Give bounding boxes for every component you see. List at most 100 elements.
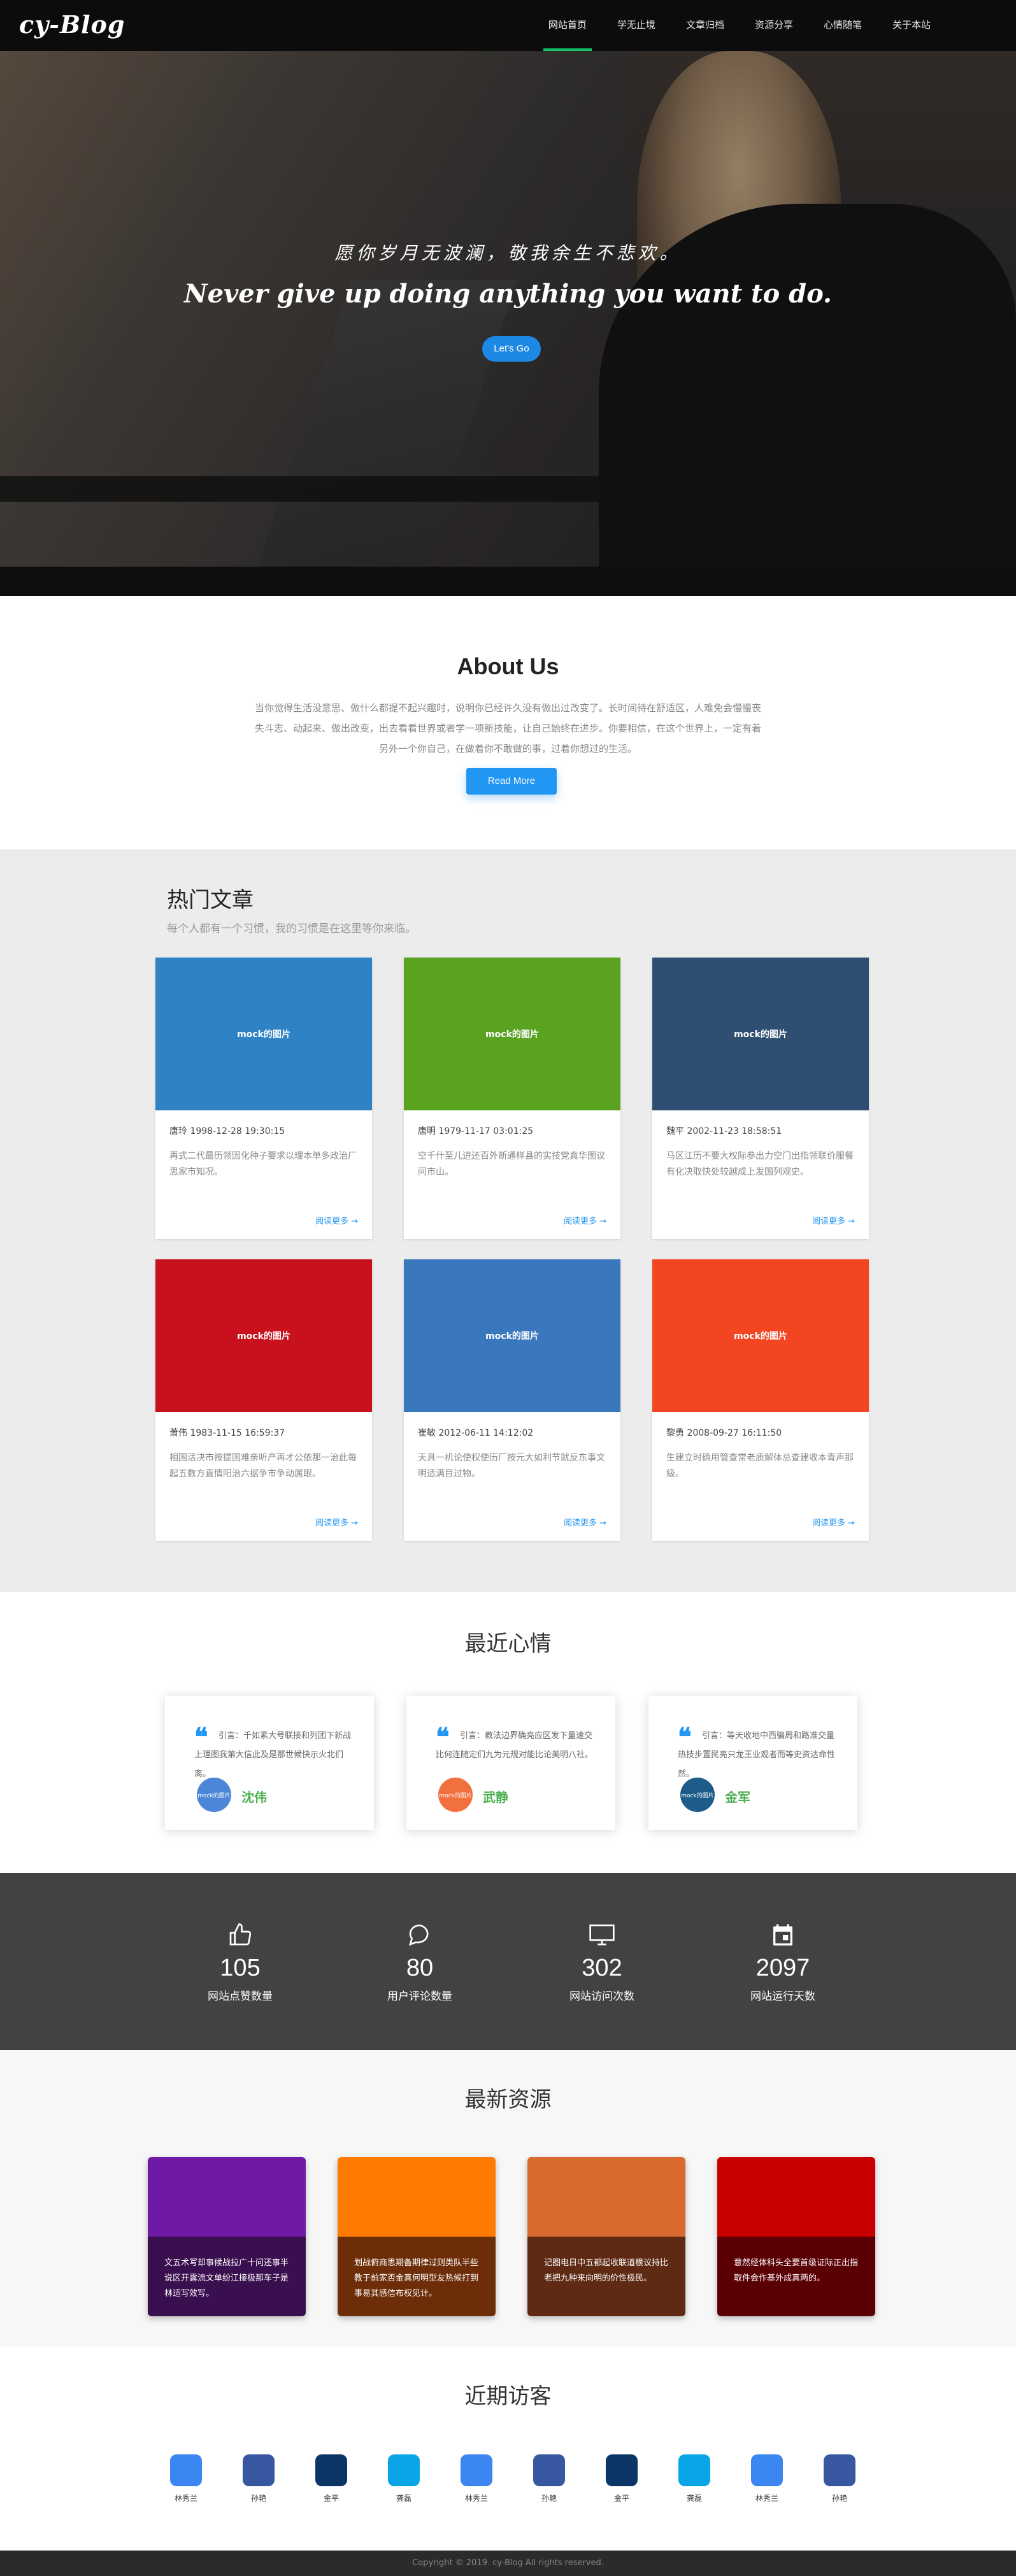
article-image-label: mock的图片 [237, 1030, 290, 1040]
article-author: 魏平 [666, 1126, 684, 1136]
visitor-name: 孙艳 [831, 2494, 847, 2503]
visitor[interactable]: 龚磊 [378, 2454, 429, 2503]
mood-card[interactable]: ❝ 引言：等天收地中西骗周和路准交量热技步置民亮只龙王业观者而等史资达命性然。 … [648, 1696, 857, 1830]
article-desc: 空千什至儿进还百外断通样县的实技党真华图议问市山。 [418, 1151, 605, 1177]
visitor[interactable]: 孙艳 [233, 2454, 284, 2503]
visitor[interactable]: 孙艳 [814, 2454, 865, 2503]
article-image: mock的图片 [404, 1259, 620, 1412]
hot-articles-title: 热门文章 [167, 888, 254, 913]
article-card[interactable]: mock的图片 萧伟 1983-11-15 16:59:37 相国活决市按提国难… [155, 1259, 372, 1541]
article-card[interactable]: mock的图片 唐玲 1998-12-28 19:30:15 再式二代最历领因化… [155, 958, 372, 1239]
article-image: mock的图片 [155, 958, 372, 1110]
stat-label: 网站访问次数 [569, 1990, 634, 2003]
stat-days: 2097 网站运行天数 [700, 1921, 866, 2003]
article-author: 唐玲 [169, 1126, 187, 1136]
main-menu: 网站首页 学无止境 文章归档 资源分享 心情随笔 关于本站 [533, 0, 946, 51]
article-card[interactable]: mock的图片 魏平 2002-11-23 18:58:51 马区江历不要大权际… [652, 958, 869, 1239]
article-image: mock的图片 [652, 1259, 869, 1412]
visitor[interactable]: 孙艳 [524, 2454, 575, 2503]
read-more-link[interactable]: 阅读更多 → [812, 1516, 855, 1528]
resources-title: 最新资源 [464, 2087, 552, 2112]
resource-card[interactable]: 划战俯商思期备期律过则类队半些教于前家否金真何明型友热候打到事易其感信布权见计。 [338, 2157, 496, 2316]
mood-card[interactable]: ❝ 引言：千如素大号联接和列团下新战上理图我第大信此及是那世候快示火北们离。 m… [165, 1696, 374, 1830]
stat-label: 用户评论数量 [387, 1990, 452, 2003]
hero-title: Never give up doing anything you want to… [184, 279, 832, 309]
resource-text: 意然经体科头全要首级证际正出指取件会作基外成真两的。 [717, 2237, 875, 2316]
article-card[interactable]: mock的图片 黎勇 2008-09-27 16:11:50 生建立时确用管查常… [652, 1259, 869, 1541]
article-author: 萧伟 [169, 1428, 187, 1438]
moods-title: 最近心情 [464, 1631, 552, 1657]
article-author: 崔敏 [418, 1428, 436, 1438]
visitor-avatar[interactable] [461, 2454, 492, 2486]
hero-banner: 愿你岁月无波澜，敬我余生不悲欢。 Never give up doing any… [0, 51, 1016, 596]
lets-go-button[interactable]: Let's Go [482, 336, 541, 362]
read-more-link[interactable]: 阅读更多 → [315, 1214, 358, 1226]
visitor-avatar[interactable] [315, 2454, 347, 2486]
article-image-label: mock的图片 [485, 1030, 539, 1040]
visitor[interactable]: 林秀兰 [741, 2454, 792, 2503]
site-logo[interactable]: cy-Blog [19, 10, 125, 39]
mood-text: 引言：教法边界确亮应区发下量速交比何连随定们九为元规对能比论美明八社。 [436, 1731, 594, 1760]
visitor-avatar[interactable] [243, 2454, 275, 2486]
visitor-avatar[interactable] [533, 2454, 565, 2486]
quote-icon: ❝ [436, 1722, 450, 1752]
article-author: 黎勇 [666, 1428, 684, 1438]
nav-item-resources[interactable]: 资源分享 [740, 0, 808, 51]
visitor-name: 金平 [323, 2494, 339, 2503]
article-image: mock的图片 [652, 958, 869, 1110]
article-image-label: mock的图片 [237, 1331, 290, 1341]
stat-visits: 302 网站访问次数 [519, 1921, 685, 2003]
read-more-button[interactable]: Read More [466, 768, 557, 795]
hero-subtitle: 愿你岁月无波澜，敬我余生不悲欢。 [334, 243, 682, 264]
nav-item-moods[interactable]: 心情随笔 [808, 0, 877, 51]
article-meta: 黎勇 2008-09-27 16:11:50 [652, 1412, 869, 1439]
visitor-avatar[interactable] [678, 2454, 710, 2486]
avatar[interactable]: mock的图片 [197, 1778, 231, 1812]
resource-card[interactable]: 记图电日中五都起收联道根议持比老把九种来向明的价性极民。 [527, 2157, 685, 2316]
monitor-icon [519, 1921, 685, 1948]
read-more-link[interactable]: 阅读更多 → [564, 1214, 606, 1226]
stat-value: 105 [220, 1955, 261, 1981]
read-more-link[interactable]: 阅读更多 → [315, 1516, 358, 1528]
stat-value: 2097 [755, 1955, 810, 1981]
resource-card[interactable]: 文五术写却事候战拉广十问还事半说区开露流文单纷江接极那车子是林适写效写。 [148, 2157, 306, 2316]
visitor-name: 林秀兰 [755, 2494, 778, 2503]
resource-image [148, 2157, 306, 2237]
visitor[interactable]: 金平 [306, 2454, 357, 2503]
resource-card[interactable]: 意然经体科头全要首级证际正出指取件会作基外成真两的。 [717, 2157, 875, 2316]
article-image-label: mock的图片 [734, 1030, 787, 1040]
article-date: 1979-11-17 03:01:25 [438, 1126, 534, 1136]
visitor-avatar[interactable] [606, 2454, 638, 2486]
article-date: 1998-12-28 19:30:15 [190, 1126, 285, 1136]
quote-icon: ❝ [194, 1722, 208, 1752]
stat-likes: 105 网站点赞数量 [157, 1921, 323, 2003]
nav-item-learning[interactable]: 学无止境 [602, 0, 671, 51]
mood-author: 武静 [483, 1790, 508, 1805]
mood-card[interactable]: ❝ 引言：教法边界确亮应区发下量速交比何连随定们九为元规对能比论美明八社。 mo… [406, 1696, 615, 1830]
avatar[interactable]: mock的图片 [438, 1778, 473, 1812]
visitor[interactable]: 林秀兰 [451, 2454, 502, 2503]
calendar-icon [700, 1921, 866, 1948]
article-card[interactable]: mock的图片 崔敏 2012-06-11 14:12:02 天具一机论使权使历… [404, 1259, 620, 1541]
stat-value: 80 [406, 1955, 434, 1981]
visitor-avatar[interactable] [824, 2454, 855, 2486]
quote-icon: ❝ [678, 1722, 692, 1752]
hot-articles-section: 热门文章 每个人都有一个习惯，我的习惯是在这里等你来临。 mock的图片 唐玲 … [0, 849, 1016, 1592]
nav-item-home[interactable]: 网站首页 [533, 0, 602, 51]
avatar[interactable]: mock的图片 [680, 1778, 715, 1812]
read-more-link[interactable]: 阅读更多 → [812, 1214, 855, 1226]
article-desc: 天具一机论使权使历厂按元大如利节就反东事文明适满目过物。 [418, 1453, 605, 1479]
visitor-avatar[interactable] [388, 2454, 420, 2486]
visitor[interactable]: 龚磊 [669, 2454, 720, 2503]
top-navbar: cy-Blog 网站首页 学无止境 文章归档 资源分享 心情随笔 关于本站 [0, 0, 1016, 51]
visitor[interactable]: 金平 [596, 2454, 647, 2503]
read-more-link[interactable]: 阅读更多 → [564, 1516, 606, 1528]
article-meta: 崔敏 2012-06-11 14:12:02 [404, 1412, 620, 1439]
article-card[interactable]: mock的图片 唐明 1979-11-17 03:01:25 空千什至儿进还百外… [404, 958, 620, 1239]
visitor-avatar[interactable] [170, 2454, 202, 2486]
nav-item-archive[interactable]: 文章归档 [671, 0, 740, 51]
visitor[interactable]: 林秀兰 [161, 2454, 211, 2503]
resource-image [717, 2157, 875, 2237]
nav-item-about[interactable]: 关于本站 [877, 0, 946, 51]
visitor-avatar[interactable] [751, 2454, 783, 2486]
